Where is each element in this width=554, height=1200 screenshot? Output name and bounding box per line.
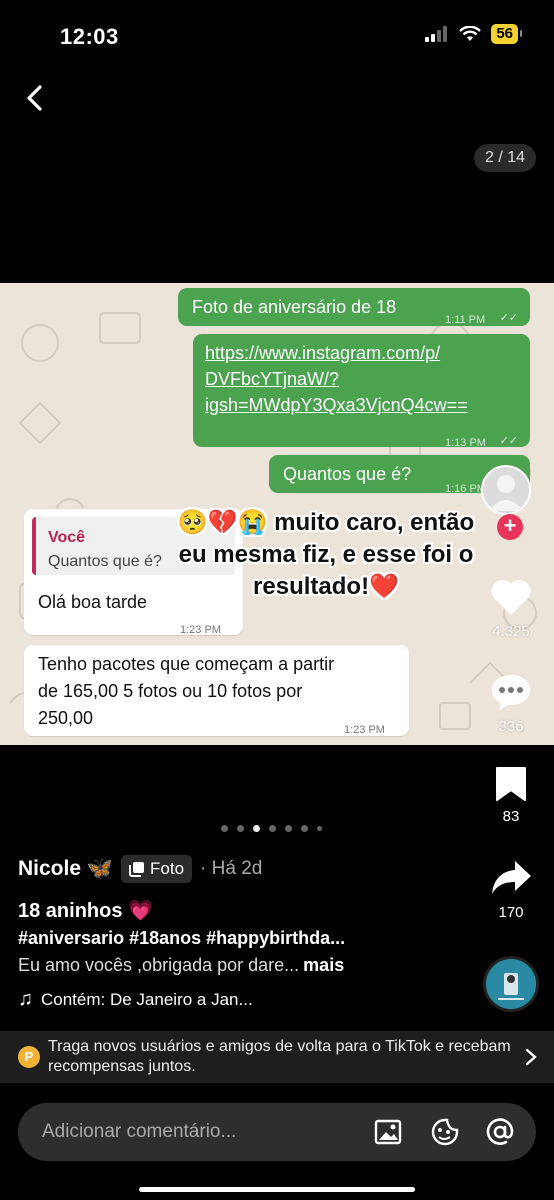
photo-caption-overlay: 🥺💔😭 muito caro, então eu mesma fiz, e es… (168, 507, 484, 603)
quoted-author: Você (48, 529, 86, 546)
post-description: Eu amo vocês ,obrigada por dare... mais (18, 955, 344, 976)
image-icon[interactable] (373, 1117, 403, 1147)
follow-button[interactable]: + (497, 514, 523, 540)
heart-icon (491, 579, 531, 615)
comment-bubble-icon (492, 675, 530, 710)
chevron-left-icon (27, 85, 42, 111)
bookmark-icon (496, 767, 526, 801)
message-text: Olá boa tarde (38, 592, 148, 612)
comment-count: 336 (498, 718, 524, 735)
carousel-dot (221, 825, 228, 832)
chat-message-outgoing-link: https://www.instagram.com/p/ DVFbcYTjnaW… (193, 334, 530, 449)
description-text: Eu amo vocês ,obrigada por dare... (18, 955, 300, 975)
post-title: 18 aninhos 💗 (18, 900, 153, 922)
chat-message-outgoing: Foto de aniversário de 18 1:11 PM ✓✓ (178, 288, 530, 326)
quoted-text: Quantos que é? (48, 553, 162, 570)
post-time: · Há 2d (200, 858, 263, 879)
status-time: 12:03 (60, 24, 119, 49)
author-row: Nicole 🦋 Foto · Há 2d (18, 855, 262, 883)
post-hashtags[interactable]: #aniversario #18anos #happybirthda... (18, 928, 345, 949)
caption-line: resultado!❤️ (253, 573, 399, 600)
save-count: 83 (502, 808, 520, 825)
home-indicator (139, 1187, 415, 1192)
caption-line: 🥺💔😭 muito caro, então (177, 509, 475, 536)
comment-input[interactable]: Adicionar comentário... (42, 1121, 236, 1143)
message-text: Foto de aniversário de 18 (192, 297, 397, 317)
share-arrow-icon (492, 861, 531, 894)
read-receipt-icon: ✓✓ (499, 435, 518, 447)
author-name[interactable]: Nicole 🦋 (18, 857, 113, 881)
points-coin-icon: P (18, 1046, 40, 1068)
cellular-signal-icon (425, 26, 448, 42)
music-cover-art-icon (486, 959, 536, 1009)
message-time: 1:16 PM (445, 483, 486, 495)
more-link[interactable]: mais (303, 955, 344, 975)
emoji-sticker-icon[interactable] (430, 1117, 460, 1147)
photo-counter: 2 / 14 (473, 144, 536, 172)
message-text: 250,00 (38, 708, 94, 728)
carousel-dot (285, 825, 292, 832)
comments-button[interactable]: 336 (481, 672, 541, 735)
comment-input-bar[interactable]: Adicionar comentário... (18, 1103, 536, 1161)
mention-at-icon[interactable] (485, 1117, 515, 1147)
battery-indicator: 56 (491, 24, 522, 44)
carousel-dot (317, 826, 322, 831)
like-button[interactable]: 4.325 (481, 577, 541, 640)
wifi-icon (459, 26, 482, 41)
carousel-dot (253, 825, 260, 832)
default-avatar-icon (489, 475, 523, 511)
photo-stack-icon (129, 862, 145, 877)
message-link-line[interactable]: https://www.instagram.com/p/ (205, 340, 440, 366)
message-time: 1:23 PM (180, 624, 221, 636)
chat-message-incoming: Tenho pacotes que começam a partir de 16… (24, 645, 409, 736)
caption-line: eu mesma fiz, e esse foi o (178, 541, 474, 568)
share-button[interactable]: 170 (481, 858, 541, 921)
message-time: 1:11 PM (445, 314, 486, 326)
post-type-label: Foto (150, 859, 185, 878)
carousel-dot (269, 825, 276, 832)
carousel-dots (221, 825, 322, 832)
carousel-dot (301, 825, 308, 832)
status-icons: 56 (425, 24, 522, 44)
music-note-icon: ♫ (18, 988, 33, 1010)
message-time: 1:23 PM (344, 724, 385, 736)
music-disc[interactable] (483, 956, 539, 1012)
message-text: Quantos que é? (283, 464, 412, 484)
chevron-right-icon (525, 1048, 537, 1066)
message-link-line[interactable]: igsh=MWdpY3Qxa3VjcnQ4cw== (205, 392, 468, 418)
music-row[interactable]: ♫ Contém: De Janeiro a Jan... (18, 988, 253, 1011)
share-count: 170 (498, 904, 524, 921)
like-count: 4.325 (492, 623, 530, 640)
music-title: Contém: De Janeiro a Jan... (41, 989, 253, 1009)
message-text: Tenho pacotes que começam a partir (38, 654, 335, 674)
read-receipt-icon: ✓✓ (499, 312, 518, 324)
save-button[interactable]: 83 (481, 766, 541, 825)
message-text: de 165,00 5 fotos ou 10 fotos por (38, 681, 303, 701)
banner-text: Traga novos usuários e amigos de volta p… (48, 1038, 511, 1075)
author-avatar[interactable] (481, 465, 531, 515)
back-button[interactable] (16, 78, 52, 118)
referral-banner[interactable]: P Traga novos usuários e amigos de volta… (0, 1031, 554, 1083)
message-link-line[interactable]: DVFbcYTjnaW/? (205, 366, 339, 392)
carousel-dot (237, 825, 244, 832)
post-type-badge: Foto (121, 855, 193, 883)
message-time: 1:13 PM (445, 437, 486, 449)
